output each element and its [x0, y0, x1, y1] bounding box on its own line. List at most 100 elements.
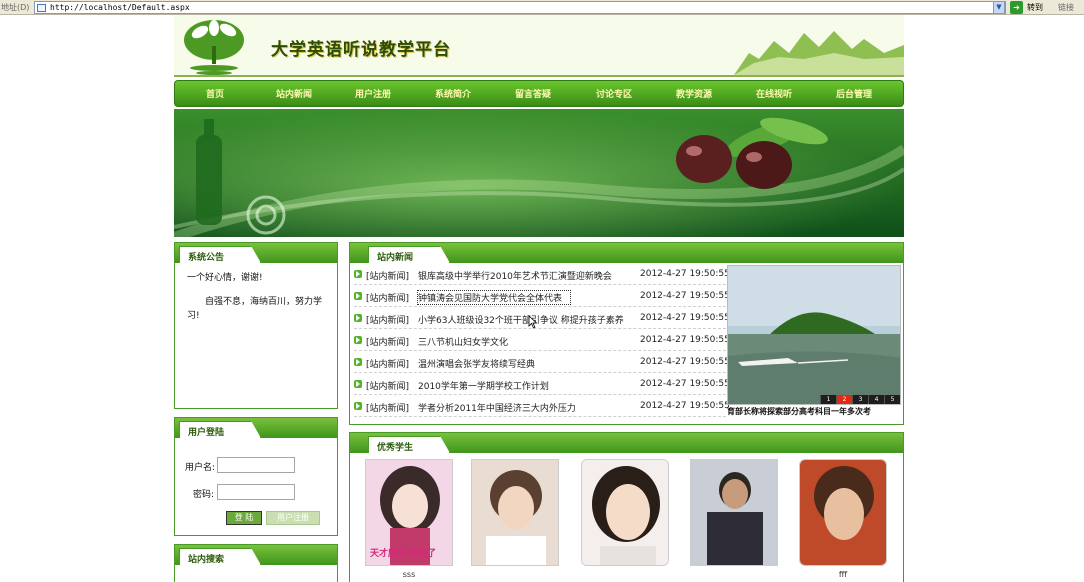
- hills-decoration: [734, 31, 904, 75]
- slider-page-3[interactable]: 3: [852, 395, 868, 404]
- news-title-link[interactable]: 2010学年第一学期学校工作计划: [418, 379, 638, 392]
- student-photo[interactable]: [471, 459, 559, 566]
- login-box: 用户登陆 用户名: 密码: 登 陆 用户注册: [174, 417, 338, 536]
- address-label: 地址(D): [1, 3, 30, 12]
- news-date: 2012-4-27 19:50:55: [640, 291, 730, 301]
- page: 大学英语听说教学平台 首页 站内新闻 用户注册 系统简介 留言答疑 讨论专区 教…: [174, 15, 904, 582]
- slider-page-2[interactable]: 2: [836, 395, 852, 404]
- go-button[interactable]: 转到: [1027, 2, 1043, 13]
- students-title: 优秀学生: [377, 443, 414, 453]
- bullet-arrow-icon: [354, 358, 362, 366]
- chevron-down-icon[interactable]: ▼: [993, 1, 1005, 14]
- student-caption: sss: [402, 570, 416, 579]
- news-date: 2012-4-27 19:50:55: [640, 357, 730, 367]
- register-button[interactable]: 用户注册: [266, 511, 320, 525]
- student-boy-image: [472, 460, 558, 565]
- news-row[interactable]: [站内新闻] 小学63人班级设32个班干部引争议 称提升孩子素养 2012-4-…: [354, 309, 730, 329]
- news-category: [站内新闻]: [366, 272, 410, 282]
- bullet-arrow-icon: [354, 402, 362, 410]
- lake-island-image: [728, 266, 900, 404]
- news-title-link[interactable]: 三八节机山妇女学文化: [418, 335, 638, 348]
- nav-about[interactable]: 系统简介: [435, 87, 471, 100]
- news-title: 站内新闻: [377, 253, 414, 263]
- bullet-arrow-icon: [354, 314, 362, 322]
- go-arrow-icon[interactable]: ➜: [1010, 1, 1023, 14]
- news-category: [站内新闻]: [366, 316, 410, 326]
- news-title-link[interactable]: 银库高级中学举行2010年艺术节汇演暨迎新晚会: [418, 269, 638, 282]
- news-category: [站内新闻]: [366, 294, 410, 304]
- student-photo-text: 天才魔法 我要了: [370, 549, 437, 559]
- notice-line1: 一个好心情，谢谢!: [187, 273, 263, 283]
- mouse-cursor-icon: [528, 315, 538, 329]
- password-label: 密码:: [193, 490, 215, 500]
- news-row[interactable]: [站内新闻] 2010学年第一学期学校工作计划 2012-4-27 19:50:…: [354, 375, 730, 395]
- news-row[interactable]: [站内新闻] 温州演唱会张学友将续写经典 2012-4-27 19:50:55: [354, 353, 730, 373]
- news-date: 2012-4-27 19:50:55: [640, 269, 730, 279]
- notice-line2: 自强不息，海纳百川，努力学习!: [187, 297, 323, 321]
- news-title-link[interactable]: 学者分析2011年中国经济三大内外压力: [418, 401, 638, 414]
- bullet-arrow-icon: [354, 270, 362, 278]
- olive-banner: [174, 109, 904, 237]
- username-label: 用户名:: [185, 463, 216, 473]
- student-guy-image: [800, 460, 886, 565]
- news-row[interactable]: [站内新闻] 银库高级中学举行2010年艺术节汇演暨迎新晚会 2012-4-27…: [354, 265, 730, 285]
- url-text: http://localhost/Default.aspx: [50, 3, 190, 12]
- news-box: 站内新闻 [站内新闻] 银库高级中学举行2010年艺术节汇演暨迎新晚会 2012…: [349, 242, 904, 425]
- nav-media[interactable]: 在线视听: [756, 87, 792, 100]
- student-photo[interactable]: 天才魔法 我要了: [365, 459, 453, 566]
- student-photo[interactable]: [581, 459, 669, 566]
- tree-logo-icon: [184, 20, 244, 75]
- news-slider-photo[interactable]: 12345: [727, 265, 901, 405]
- slider-page-5[interactable]: 5: [884, 395, 900, 404]
- slider-page-4[interactable]: 4: [868, 395, 884, 404]
- student-man-image: [691, 460, 777, 565]
- search-title: 站内搜索: [188, 555, 225, 565]
- password-input[interactable]: [217, 484, 295, 500]
- student-photo[interactable]: [799, 459, 887, 566]
- news-category: [站内新闻]: [366, 404, 410, 414]
- slider-page-1[interactable]: 1: [820, 395, 836, 404]
- student-caption: fff: [838, 570, 848, 579]
- news-date: 2012-4-27 19:50:55: [640, 379, 730, 389]
- nav-messages[interactable]: 留言答疑: [515, 87, 551, 100]
- news-date: 2012-4-27 19:50:55: [640, 313, 730, 323]
- news-row[interactable]: [站内新闻] 钟镇涛会见国防大学党代会全体代表 2012-4-27 19:50:…: [354, 287, 730, 307]
- links-button[interactable]: 链接: [1058, 2, 1074, 13]
- news-row[interactable]: [站内新闻] 三八节机山妇女学文化 2012-4-27 19:50:55: [354, 331, 730, 351]
- news-title-link[interactable]: 钟镇涛会见国防大学党代会全体代表: [417, 290, 571, 305]
- nav-resources[interactable]: 教学资源: [676, 87, 712, 100]
- bullet-arrow-icon: [354, 380, 362, 388]
- search-box: 站内搜索: [174, 544, 338, 582]
- student-photo[interactable]: [690, 459, 778, 566]
- nav-admin[interactable]: 后台管理: [836, 87, 872, 100]
- slider-caption[interactable]: 育部长称将探索部分高考科目一年多次考: [727, 406, 903, 417]
- nav-register[interactable]: 用户注册: [355, 87, 391, 100]
- address-bar: 地址(D) http://localhost/Default.aspx ▼ ➜ …: [0, 0, 1084, 15]
- login-button[interactable]: 登 陆: [226, 511, 262, 525]
- bullet-arrow-icon: [354, 336, 362, 344]
- nav-forum[interactable]: 讨论专区: [596, 87, 632, 100]
- url-field[interactable]: http://localhost/Default.aspx: [34, 1, 1006, 14]
- news-category: [站内新闻]: [366, 360, 410, 370]
- nav-news[interactable]: 站内新闻: [276, 87, 312, 100]
- bullet-arrow-icon: [354, 292, 362, 300]
- main-nav: 首页 站内新闻 用户注册 系统简介 留言答疑 讨论专区 教学资源 在线视听 后台…: [174, 80, 904, 107]
- page-icon: [37, 4, 46, 12]
- news-date: 2012-4-27 19:50:55: [640, 401, 730, 411]
- news-category: [站内新闻]: [366, 338, 410, 348]
- news-category: [站内新闻]: [366, 382, 410, 392]
- site-title: 大学英语听说教学平台: [271, 40, 451, 60]
- notice-box: 系统公告 一个好心情，谢谢! 自强不息，海纳百川，努力学习!: [174, 242, 338, 409]
- student-girl-image: [582, 460, 668, 565]
- username-input[interactable]: [217, 457, 295, 473]
- slider-pagination: 12345: [820, 394, 900, 404]
- site-header: 大学英语听说教学平台: [174, 15, 904, 77]
- news-row[interactable]: [站内新闻] 学者分析2011年中国经济三大内外压力 2012-4-27 19:…: [354, 397, 730, 417]
- news-date: 2012-4-27 19:50:55: [640, 335, 730, 345]
- news-title-link[interactable]: 温州演唱会张学友将续写经典: [418, 357, 638, 370]
- notice-title: 系统公告: [188, 253, 225, 263]
- nav-home[interactable]: 首页: [206, 87, 224, 100]
- notice-content: 一个好心情，谢谢! 自强不息，海纳百川，努力学习!: [187, 271, 327, 323]
- students-box: 优秀学生 天才魔法 我要了 sss fff: [349, 432, 904, 582]
- login-title: 用户登陆: [188, 428, 225, 438]
